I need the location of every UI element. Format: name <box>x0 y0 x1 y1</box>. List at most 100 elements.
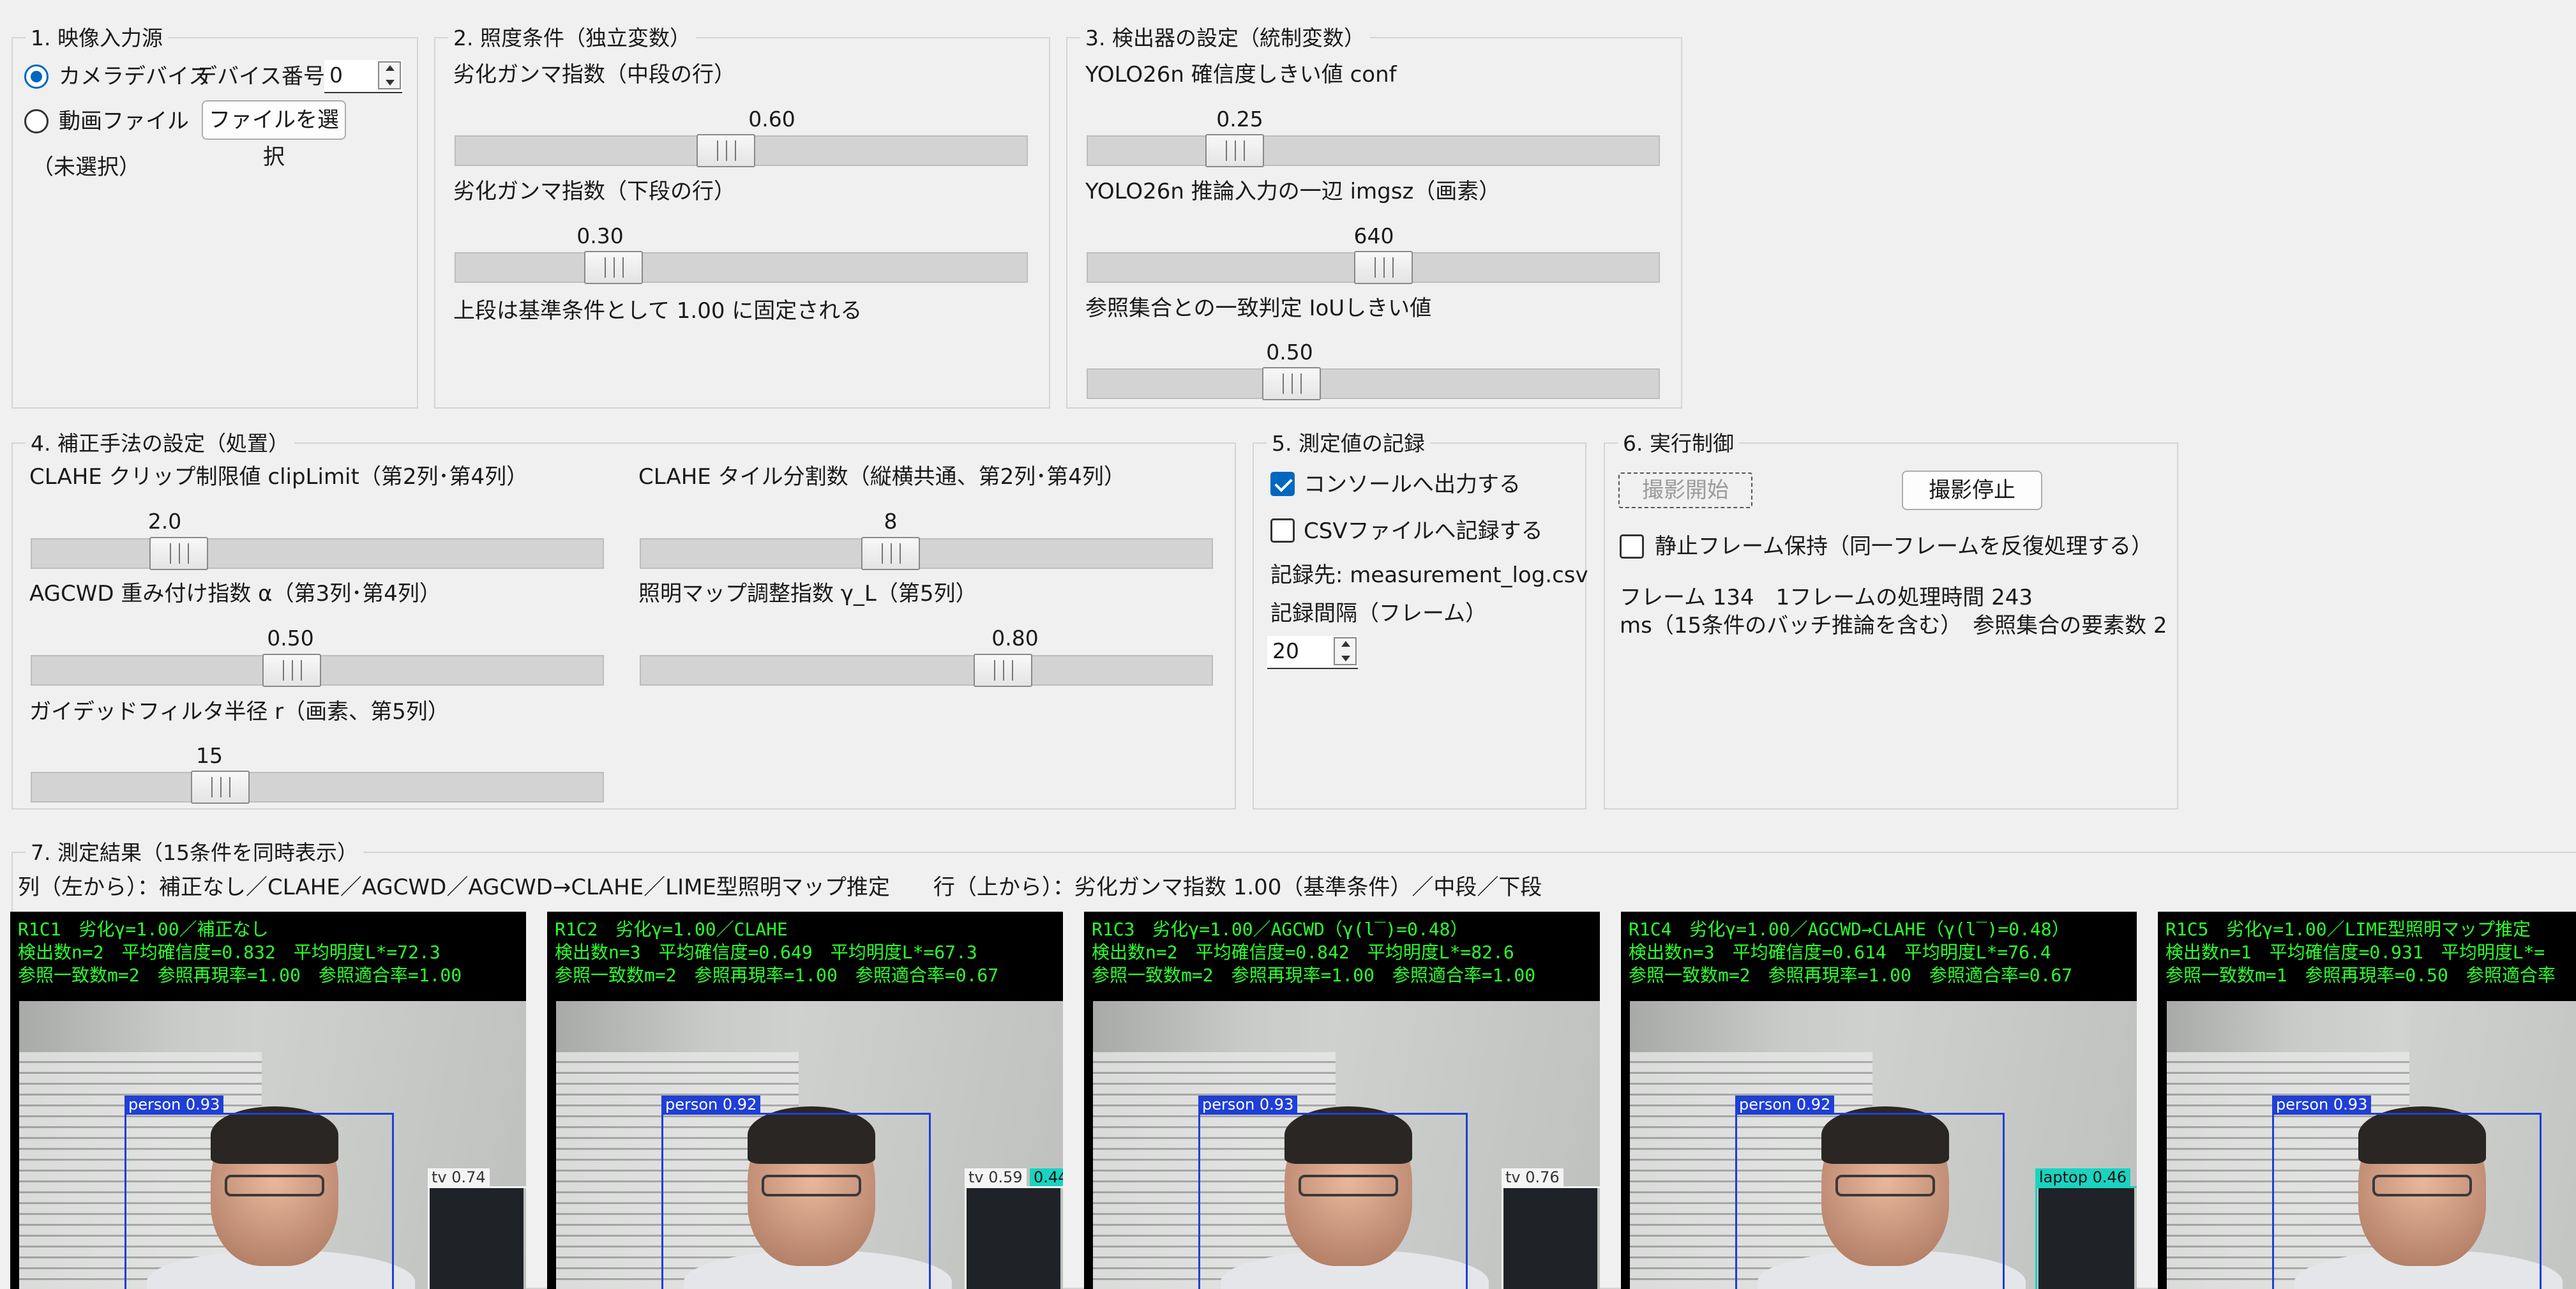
detection-box-person <box>2272 1113 2542 1289</box>
detection-label-tv: tv 0.76 <box>1502 1168 1563 1186</box>
panel-line-2: 検出数n=3 平均確信度=0.614 平均明度L*=76.4 <box>1629 942 2051 963</box>
panel-line-2: 検出数n=2 平均確信度=0.842 平均明度L*=82.6 <box>1092 942 1514 963</box>
panel-line-3: 参照一致数m=2 参照再現率=1.00 参照適合率=0.67 <box>1629 965 2073 986</box>
panel-line-2: 検出数n=1 平均確信度=0.931 平均明度L*= <box>2165 942 2545 963</box>
radius-slider[interactable] <box>31 771 604 804</box>
status-line-1: フレーム 134 1フレームの処理時間 243 <box>1620 585 2033 610</box>
camera-frame: person 0.93 tv 0.76 <box>1093 1001 1600 1289</box>
gamma-l-slider[interactable] <box>640 654 1213 687</box>
camera-device-radio[interactable] <box>24 64 49 89</box>
result-panel-r1c2: R1C2 劣化γ=1.00／CLAHE 検出数n=3 平均確信度=0.649 平… <box>547 912 1063 1289</box>
mid-gamma-slider[interactable] <box>455 134 1028 167</box>
slider-thumb[interactable] <box>974 654 1033 687</box>
slider-thumb[interactable] <box>149 537 209 570</box>
gamma-l-label: 照明マップ調整指数 γ_L（第5列） <box>638 581 977 607</box>
detector-group: 3. 検出器の設定（統制変数） <box>1066 27 1682 409</box>
camera-frame: person 0.93 <box>2167 1001 2576 1289</box>
detection-label-person: person 0.93 <box>2272 1096 2372 1113</box>
detection-label-person: person 0.93 <box>124 1096 224 1113</box>
mid-gamma-label: 劣化ガンマ指数（中段の行） <box>453 62 735 87</box>
record-interval-label: 記録間隔（フレーム） <box>1270 601 1487 626</box>
panel-line-1: R1C4 劣化γ=1.00／AGCWD→CLAHE（γ(l‾)=0.48） <box>1629 919 2070 940</box>
start-capture-button[interactable]: 撮影開始 <box>1618 472 1752 508</box>
console-output-label: コンソールへ出力する <box>1304 472 1521 497</box>
slider-thumb[interactable] <box>584 251 643 284</box>
tile-label: CLAHE タイル分割数（縦横共通、第2列･第4列） <box>638 464 1126 490</box>
clip-limit-slider[interactable] <box>31 537 604 570</box>
result-panel-r1c4: R1C4 劣化γ=1.00／AGCWD→CLAHE（γ(l‾)=0.48） 検出… <box>1621 912 2137 1289</box>
camera-frame: person 0.93 tv 0.74 <box>19 1001 526 1289</box>
hold-frame-label: 静止フレーム保持（同一フレームを反復処理する） <box>1655 534 2153 559</box>
slider-thumb[interactable] <box>861 537 920 570</box>
alpha-slider[interactable] <box>31 654 604 687</box>
detection-box-tv <box>428 1186 526 1289</box>
slider-thumb[interactable] <box>1205 134 1265 167</box>
clip-limit-value: 2.0 <box>147 509 182 534</box>
low-gamma-slider[interactable] <box>455 251 1028 284</box>
imgsz-value: 640 <box>1353 223 1394 248</box>
device-number-spinner[interactable]: 0 <box>324 60 402 93</box>
video-file-radio[interactable] <box>24 109 49 133</box>
stop-capture-button[interactable]: 撮影停止 <box>1902 471 2042 510</box>
detection-box-tv <box>965 1186 1063 1289</box>
clip-limit-label: CLAHE クリップ制限値 clipLimit（第2列･第4列） <box>29 464 529 490</box>
hold-frame-checkbox[interactable] <box>1620 534 1644 559</box>
low-gamma-label: 劣化ガンマ指数（下段の行） <box>453 179 735 204</box>
slider-thumb[interactable] <box>1354 251 1413 284</box>
illumination-title: 2. 照度条件（独立変数） <box>448 27 696 50</box>
video-source-title: 1. 映像入力源 <box>26 27 168 50</box>
device-number-label: デバイス番号 <box>195 64 325 89</box>
file-status-text: （未選択） <box>32 155 140 180</box>
panel-line-1: R1C2 劣化γ=1.00／CLAHE <box>555 919 788 940</box>
panel-line-3: 参照一致数m=1 参照再現率=0.50 参照適合率 <box>2165 965 2556 986</box>
detection-box-person <box>1735 1113 2005 1289</box>
camera-device-label: カメラデバイス <box>59 64 210 89</box>
slider-thumb[interactable] <box>262 654 321 687</box>
baseline-note: 上段は基準条件として 1.00 に固定される <box>453 298 862 324</box>
panel-line-3: 参照一致数m=2 参照再現率=1.00 参照適合率=1.00 <box>18 965 462 986</box>
detection-label-extra: 0.44 <box>1030 1168 1063 1186</box>
csv-record-checkbox[interactable] <box>1270 518 1295 543</box>
slider-thumb[interactable] <box>696 134 755 167</box>
imgsz-slider[interactable] <box>1087 251 1660 284</box>
conf-slider[interactable] <box>1087 134 1660 167</box>
alpha-label: AGCWD 重み付け指数 α（第3列･第4列） <box>29 581 441 607</box>
conf-value: 0.25 <box>1216 107 1263 132</box>
result-panel-r1c5: R1C5 劣化γ=1.00／LIME型照明マップ推定 検出数n=1 平均確信度=… <box>2158 912 2576 1289</box>
mid-gamma-value: 0.60 <box>748 107 795 132</box>
panel-line-1: R1C5 劣化γ=1.00／LIME型照明マップ推定 <box>2165 919 2531 940</box>
imgsz-label: YOLO26n 推論入力の一辺 imgsz（画素） <box>1085 179 1501 204</box>
iou-slider[interactable] <box>1087 367 1660 400</box>
detection-box-person <box>661 1113 931 1289</box>
video-file-label: 動画ファイル <box>59 109 189 134</box>
camera-frame: person 0.92 tv 0.59 0.44 <box>556 1001 1063 1289</box>
spinner-arrows-icon[interactable] <box>378 61 401 89</box>
record-interval-spinner[interactable]: 20 <box>1267 636 1358 669</box>
detection-box-person <box>1198 1113 1468 1289</box>
panel-line-3: 参照一致数m=2 参照再現率=1.00 参照適合率=0.67 <box>555 965 999 986</box>
run-control-title: 6. 実行制御 <box>1618 432 1739 455</box>
detection-label-person: person 0.92 <box>661 1096 761 1113</box>
console-output-checkbox[interactable] <box>1270 472 1295 496</box>
tile-slider[interactable] <box>640 537 1213 570</box>
conf-label: YOLO26n 確信度しきい値 conf <box>1085 62 1397 87</box>
result-panel-r1c3: R1C3 劣化γ=1.00／AGCWD（γ(l‾)=0.48） 検出数n=2 平… <box>1084 912 1600 1289</box>
spinner-arrows-icon[interactable] <box>1334 637 1357 665</box>
detection-label-person: person 0.93 <box>1198 1096 1298 1113</box>
detection-label-tv: tv 0.74 <box>428 1168 490 1186</box>
alpha-value: 0.50 <box>267 626 314 651</box>
correction-title: 4. 補正手法の設定（処置） <box>26 432 294 455</box>
detection-box-tv <box>1502 1186 1600 1289</box>
slider-thumb[interactable] <box>190 771 250 804</box>
camera-frame: person 0.92 laptop 0.46 <box>1630 1001 2137 1289</box>
device-number-value: 0 <box>329 63 343 87</box>
detection-label-laptop: laptop 0.46 <box>2035 1168 2131 1186</box>
slider-thumb[interactable] <box>1262 367 1321 400</box>
panel-line-1: R1C3 劣化γ=1.00／AGCWD（γ(l‾)=0.48） <box>1092 919 1468 940</box>
iou-label: 参照集合との一致判定 IoUしきい値 <box>1085 296 1432 321</box>
detection-label-tv: tv 0.59 <box>965 1168 1027 1186</box>
results-legend: 列（左から）：補正なし／CLAHE／AGCWD／AGCWD→CLAHE／LIME… <box>18 875 1542 900</box>
detection-box-laptop <box>2035 1186 2137 1289</box>
choose-file-button[interactable]: ファイルを選択 <box>202 100 346 170</box>
record-destination: 記録先: measurement_log.csv <box>1270 562 1588 588</box>
